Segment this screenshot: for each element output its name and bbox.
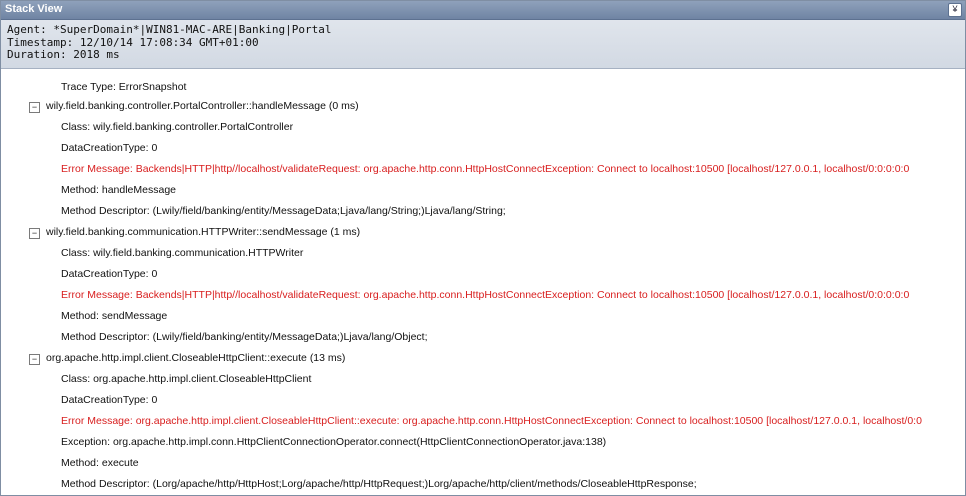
- tree-node[interactable]: − org.apache.http.impl.client.CloseableHt…: [29, 352, 965, 365]
- collapse-minus-icon[interactable]: −: [29, 102, 40, 113]
- panel-titlebar: Stack View ¥: [1, 1, 965, 20]
- node-method-descriptor: Method Descriptor: (Lorg/apache/http/Htt…: [61, 478, 697, 490]
- node-data-creation: DataCreationType: 0: [61, 394, 158, 406]
- node-method-descriptor: Method Descriptor: (Lwily/field/banking/…: [61, 205, 506, 217]
- node-class: Class: wily.field.banking.controller.Por…: [61, 121, 294, 133]
- node-method: Method: sendMessage: [61, 310, 168, 322]
- timestamp-label: Timestamp: 12/10/14 17:08:34 GMT+01:00: [7, 35, 259, 49]
- tree-node-label: org.apache.http.impl.client.CloseableHtt…: [46, 352, 346, 364]
- tree-node[interactable]: − wily.field.banking.communication.HTTPWr…: [29, 226, 965, 239]
- trace-info: Agent: *SuperDomain*|WIN81-MAC-ARE|Banki…: [1, 20, 965, 69]
- stack-view-panel: Stack View ¥ Agent: *SuperDomain*|WIN81-…: [0, 0, 966, 496]
- node-error-message: Error Message: org.apache.http.impl.clie…: [61, 415, 922, 427]
- stack-tree: Trace Type: ErrorSnapshot − wily.field.ba…: [1, 71, 965, 495]
- node-error-message: Error Message: Backends|HTTP|http//local…: [61, 163, 910, 175]
- tree-node-label: wily.field.banking.communication.HTTPWri…: [46, 226, 361, 238]
- node-data-creation: DataCreationType: 0: [61, 268, 158, 280]
- collapse-minus-icon[interactable]: −: [29, 228, 40, 239]
- collapse-chevron-icon[interactable]: ¥: [948, 3, 962, 17]
- node-class: Class: org.apache.http.impl.client.Close…: [61, 373, 312, 385]
- tree-node[interactable]: − wily.field.banking.controller.PortalCon…: [29, 100, 965, 113]
- node-method: Method: execute: [61, 457, 139, 469]
- node-method: Method: handleMessage: [61, 184, 176, 196]
- collapse-minus-icon[interactable]: −: [29, 354, 40, 365]
- duration-label: Duration: 2018 ms: [7, 48, 120, 61]
- node-error-message: Error Message: Backends|HTTP|http//local…: [61, 289, 910, 301]
- panel-title: Stack View: [5, 3, 63, 15]
- node-class: Class: wily.field.banking.communication.…: [61, 247, 304, 259]
- node-method-descriptor: Method Descriptor: (Lwily/field/banking/…: [61, 331, 428, 343]
- agent-label: Agent: *SuperDomain*|WIN81-MAC-ARE|Banki…: [7, 23, 332, 36]
- node-data-creation: DataCreationType: 0: [61, 142, 158, 154]
- node-exception: Exception: org.apache.http.impl.conn.Htt…: [61, 436, 607, 448]
- tree-node-label: wily.field.banking.controller.PortalCont…: [46, 100, 359, 112]
- trace-type: Trace Type: ErrorSnapshot: [61, 81, 187, 93]
